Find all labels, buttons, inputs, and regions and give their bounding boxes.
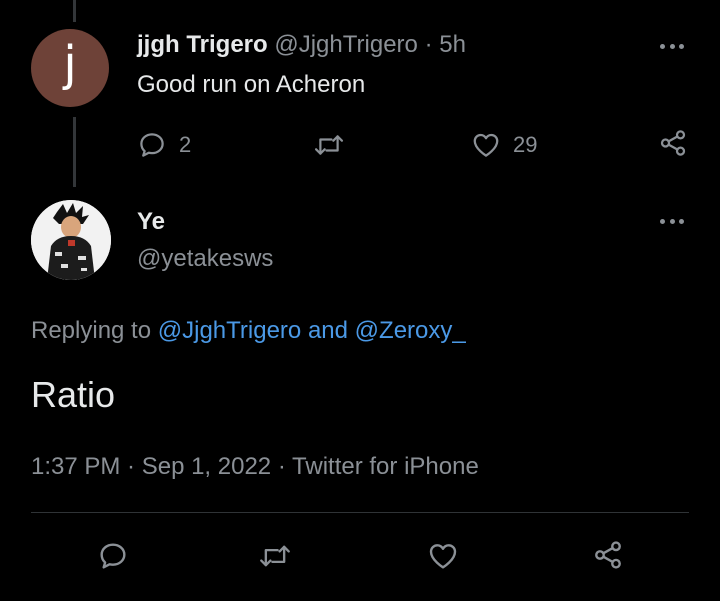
replying-and: and (307, 317, 348, 344)
main-retweet-button[interactable] (258, 540, 292, 572)
parent-reply-button[interactable]: 2 (137, 130, 191, 160)
parent-display-name[interactable]: jjgh Trigero (137, 31, 268, 58)
parent-handle[interactable]: @JjghTrigero (274, 31, 418, 58)
like-icon (429, 544, 457, 569)
thread-line-top (73, 0, 76, 22)
parent-like-button[interactable]: 29 (471, 130, 537, 160)
main-reply-button[interactable] (97, 540, 129, 572)
thread-line-connector (73, 117, 76, 187)
divider (31, 512, 689, 513)
main-more-icon[interactable] (660, 219, 684, 225)
parent-tweet-text: Good run on Acheron (137, 71, 366, 98)
share-icon (595, 541, 621, 569)
parent-separator: · (424, 31, 433, 58)
parent-retweet-button[interactable] (313, 130, 345, 160)
avatar-jjgh[interactable]: j (31, 29, 109, 107)
avatar-picture (31, 200, 111, 280)
avatar-letter: j (63, 36, 77, 92)
parent-time[interactable]: 5h (439, 31, 466, 58)
main-tweet-text: Ratio (31, 374, 116, 415)
reply-icon (140, 133, 164, 157)
main-share-button[interactable] (592, 539, 624, 571)
main-handle[interactable]: @yetakesws (137, 245, 273, 273)
share-icon (660, 130, 686, 156)
main-display-name[interactable]: Ye (137, 208, 165, 236)
reply-count: 2 (179, 132, 192, 157)
avatar-ye[interactable] (31, 200, 111, 280)
parent-more-icon[interactable] (660, 44, 684, 50)
reply-icon (100, 543, 126, 569)
like-count: 29 (513, 132, 538, 157)
like-icon (473, 133, 499, 157)
parent-share-button[interactable] (658, 128, 688, 158)
main-timestamp[interactable]: 1:37 PM · Sep 1, 2022 · Twitter for iPho… (31, 453, 479, 481)
replying-prefix: Replying to (31, 317, 152, 344)
main-like-button[interactable] (427, 540, 459, 572)
retweet-icon (314, 135, 344, 155)
retweet-icon (260, 545, 290, 567)
replying-user2-link[interactable]: @Zeroxy_ (355, 317, 466, 344)
replying-user1-link[interactable]: @JjghTrigero (158, 317, 302, 344)
replying-to-line: Replying to @JjghTrigero and @Zeroxy_ (31, 317, 466, 345)
parent-tweet-header: jjgh Trigero @JjghTrigero · 5h (137, 31, 466, 59)
